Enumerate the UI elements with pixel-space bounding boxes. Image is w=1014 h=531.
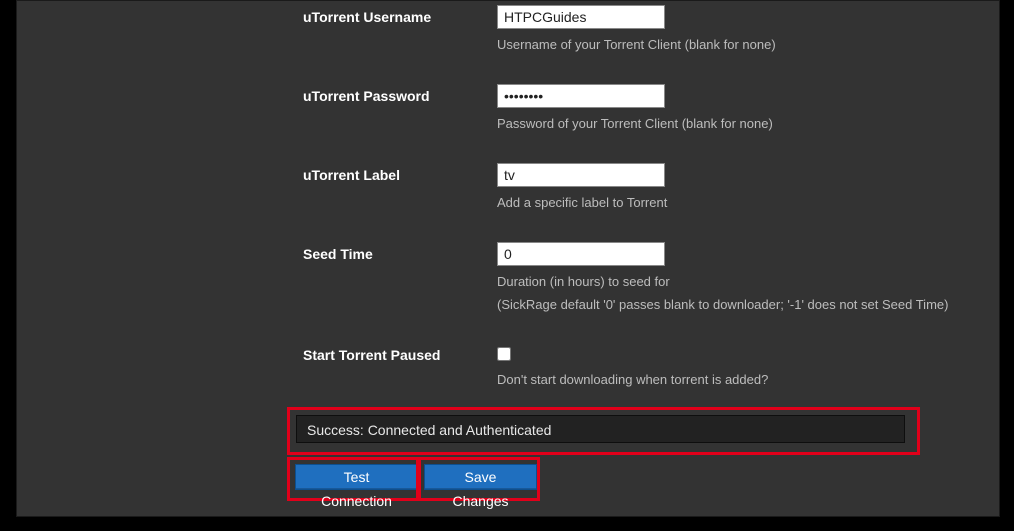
field-password: Password of your Torrent Client (blank f…	[497, 84, 963, 133]
torrent-form: uTorrent Username Username of your Torre…	[303, 1, 963, 389]
field-seedtime: Duration (in hours) to seed for (SickRag…	[497, 242, 963, 314]
connection-status: Success: Connected and Authenticated	[296, 415, 905, 443]
save-changes-button[interactable]: Save Changes	[424, 464, 537, 490]
label-seedtime: Seed Time	[303, 242, 497, 262]
save-button-highlight: Save Changes	[416, 457, 540, 501]
field-paused: Don't start downloading when torrent is …	[497, 343, 963, 389]
help-seedtime: Duration (in hours) to seed for	[497, 274, 963, 291]
input-torrentlabel[interactable]	[497, 163, 665, 187]
row-label: uTorrent Label Add a specific label to T…	[303, 133, 963, 212]
input-seedtime[interactable]	[497, 242, 665, 266]
label-password: uTorrent Password	[303, 84, 497, 104]
status-highlight: Success: Connected and Authenticated	[287, 407, 920, 455]
label-paused: Start Torrent Paused	[303, 343, 497, 363]
help-torrentlabel: Add a specific label to Torrent	[497, 195, 963, 212]
checkbox-paused[interactable]	[497, 347, 511, 361]
row-seedtime: Seed Time Duration (in hours) to seed fo…	[303, 212, 963, 314]
field-username: Username of your Torrent Client (blank f…	[497, 5, 963, 54]
help-username: Username of your Torrent Client (blank f…	[497, 37, 963, 54]
test-connection-button[interactable]: Test Connection	[295, 464, 418, 490]
label-torrentlabel: uTorrent Label	[303, 163, 497, 183]
help-paused: Don't start downloading when torrent is …	[497, 372, 963, 389]
input-password[interactable]	[497, 84, 665, 108]
label-username: uTorrent Username	[303, 5, 497, 25]
row-username: uTorrent Username Username of your Torre…	[303, 1, 963, 54]
row-paused: Start Torrent Paused Don't start downloa…	[303, 313, 963, 389]
help2-seedtime: (SickRage default '0' passes blank to do…	[497, 297, 963, 314]
field-torrentlabel: Add a specific label to Torrent	[497, 163, 963, 212]
input-username[interactable]	[497, 5, 665, 29]
test-button-highlight: Test Connection	[287, 457, 421, 501]
help-password: Password of your Torrent Client (blank f…	[497, 116, 963, 133]
row-password: uTorrent Password Password of your Torre…	[303, 54, 963, 133]
settings-panel: uTorrent Username Username of your Torre…	[16, 0, 1000, 517]
